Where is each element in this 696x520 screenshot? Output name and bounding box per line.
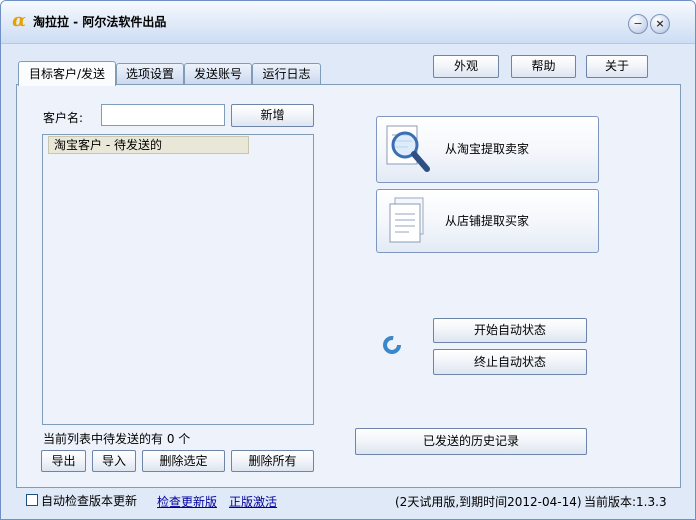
tab-run-log[interactable]: 运行日志 [252, 63, 321, 85]
minimize-icon: − [633, 17, 643, 30]
stop-auto-button[interactable]: 终止自动状态 [433, 349, 587, 375]
start-auto-button[interactable]: 开始自动状态 [433, 318, 587, 343]
tab-target-customers[interactable]: 目标客户/发送 [18, 61, 116, 86]
minimize-button[interactable]: − [628, 14, 648, 34]
auto-check-label[interactable]: 自动检查版本更新 [41, 492, 137, 509]
list-group-item[interactable]: 淘宝客户 - 待发送的 [48, 136, 249, 154]
trial-info-text: (2天试用版,到期时间2012-04-14) [395, 495, 582, 509]
sent-history-button[interactable]: 已发送的历史记录 [355, 428, 587, 455]
magnifier-document-icon [386, 125, 430, 172]
tab-options[interactable]: 选项设置 [116, 63, 184, 85]
appearance-button[interactable]: 外观 [433, 55, 499, 78]
close-button[interactable]: × [650, 14, 670, 34]
documents-icon [389, 197, 424, 243]
main-window: α 淘拉拉 - 阿尔法软件出品 − × 外观 帮助 关于 目标客户/发送 选项设… [0, 0, 696, 520]
title-bar[interactable]: α 淘拉拉 - 阿尔法软件出品 − × [1, 1, 695, 44]
loading-spinner-icon [383, 336, 401, 354]
tab-send-accounts[interactable]: 发送账号 [184, 63, 252, 85]
about-button[interactable]: 关于 [586, 55, 648, 78]
delete-all-button[interactable]: 删除所有 [231, 450, 314, 472]
customer-list[interactable]: 淘宝客户 - 待发送的 [42, 134, 314, 425]
version-text: 当前版本:1.3.3 [584, 495, 667, 509]
auto-check-checkbox[interactable] [26, 494, 38, 506]
export-button[interactable]: 导出 [41, 450, 86, 472]
add-customer-button[interactable]: 新增 [231, 104, 314, 127]
delete-selected-button[interactable]: 删除选定 [142, 450, 225, 472]
customer-name-input[interactable] [101, 104, 225, 126]
pending-count-text: 当前列表中待发送的有 0 个 [43, 432, 191, 446]
help-button[interactable]: 帮助 [511, 55, 576, 78]
fetch-sellers-label: 从淘宝提取卖家 [445, 142, 530, 156]
window-title: 淘拉拉 - 阿尔法软件出品 [33, 15, 167, 29]
close-icon: × [655, 17, 665, 30]
import-button[interactable]: 导入 [92, 450, 136, 472]
customer-name-label: 客户名: [43, 111, 84, 125]
fetch-buyers-label: 从店铺提取买家 [445, 214, 530, 228]
fetch-sellers-button[interactable]: 从淘宝提取卖家 [376, 116, 599, 183]
app-logo-icon: α [12, 10, 26, 31]
fetch-buyers-button[interactable]: 从店铺提取买家 [376, 189, 599, 253]
check-update-link[interactable]: 检查更新版 [157, 493, 217, 510]
activate-link[interactable]: 正版激活 [229, 493, 277, 510]
